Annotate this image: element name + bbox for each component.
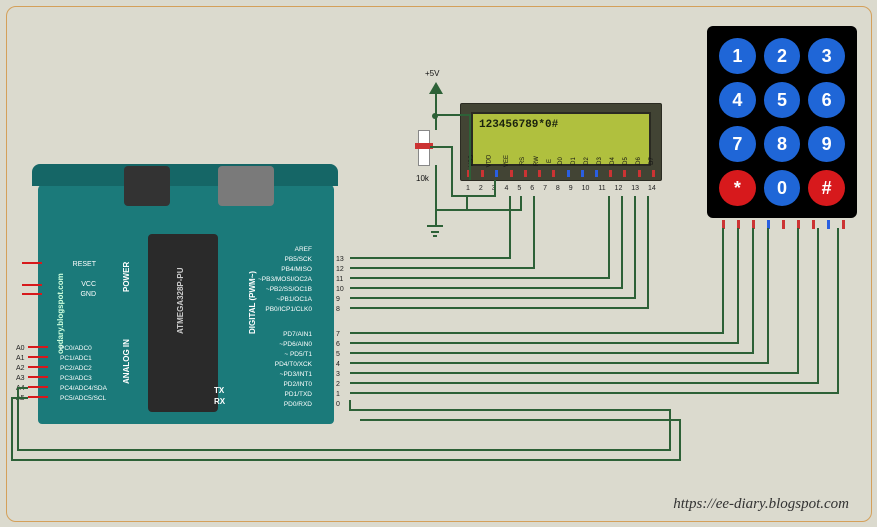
digital-low-nums: 7 6 5 4 3 2 1 0	[336, 330, 340, 410]
keypad-4x3[interactable]: 1 2 3 4 5 6 7 8 9 * 0 #	[707, 26, 857, 218]
source-attribution: https://ee-diary.blogspot.com	[673, 496, 849, 513]
pin-stub	[28, 356, 48, 358]
pin-stub	[22, 293, 42, 295]
pin-stub	[28, 396, 48, 398]
pin-stub	[28, 346, 48, 348]
vcc-label: +5V	[425, 69, 439, 78]
key-8[interactable]: 8	[764, 126, 801, 162]
mcu-label: ATMEGA328P-PU	[176, 267, 185, 334]
key-6[interactable]: 6	[808, 82, 845, 118]
keypad-col-stubs	[722, 220, 845, 229]
lcd-pin-labels: VSSVDDVEERSRWED0D1D2D3D4D5D6D7	[466, 158, 656, 164]
pin-stub	[22, 284, 42, 286]
key-2[interactable]: 2	[764, 38, 801, 74]
pin-stub	[22, 262, 42, 264]
wire	[435, 94, 437, 130]
lcd-pin-numbers: 1234567891011121314	[466, 185, 656, 192]
analog-func-labels: PC0/ADC0 PC1/ADC1 PC2/ADC2 PC3/ADC3 PC4/…	[60, 344, 107, 404]
lcd-module: 123456789*0#	[460, 103, 662, 181]
key-4[interactable]: 4	[719, 82, 756, 118]
dc-jack	[218, 166, 274, 206]
digital-high-nums: 13 12 11 10 9 8	[336, 255, 344, 315]
keypad-grid: 1 2 3 4 5 6 7 8 9 * 0 #	[719, 38, 845, 206]
ground-symbol	[427, 225, 443, 227]
key-5[interactable]: 5	[764, 82, 801, 118]
pin-stub	[28, 376, 48, 378]
lcd-pin-stubs	[467, 170, 655, 177]
usb-port	[124, 166, 170, 206]
key-1[interactable]: 1	[719, 38, 756, 74]
key-9[interactable]: 9	[808, 126, 845, 162]
key-star[interactable]: *	[719, 170, 756, 206]
analog-header-label: ANALOG IN	[122, 339, 131, 384]
digital-low-func: PD7/AIN1 ~PD6/AIN0 ~ PD5/T1 PD4/T0/XCK ~…	[232, 330, 312, 410]
key-7[interactable]: 7	[719, 126, 756, 162]
digital-high-func: AREF PB5/SCK PB4/MISO ~PB3/MOSI/OC2A ~PB…	[232, 245, 312, 315]
pot-value: 10k	[416, 174, 429, 183]
potentiometer	[418, 130, 430, 166]
schematic-stage: +5V 10k 123456789*0# VSSVDDVEERSRWED0D1D…	[0, 0, 877, 527]
pin-stub	[28, 386, 48, 388]
key-0[interactable]: 0	[764, 170, 801, 206]
lcd-text: 123456789*0#	[479, 118, 558, 132]
junction-dot	[432, 113, 438, 119]
analog-ext-labels: A0 A1 A2 A3 A4 A5	[16, 344, 25, 404]
power-header-label: POWER	[122, 262, 131, 292]
key-hash[interactable]: #	[808, 170, 845, 206]
txrx-leds: TXRX	[214, 385, 225, 407]
power-pin-labels: RESET VCC GND	[60, 260, 96, 300]
vcc-arrow	[429, 82, 443, 94]
wire	[435, 165, 437, 227]
key-3[interactable]: 3	[808, 38, 845, 74]
pin-stub	[28, 366, 48, 368]
